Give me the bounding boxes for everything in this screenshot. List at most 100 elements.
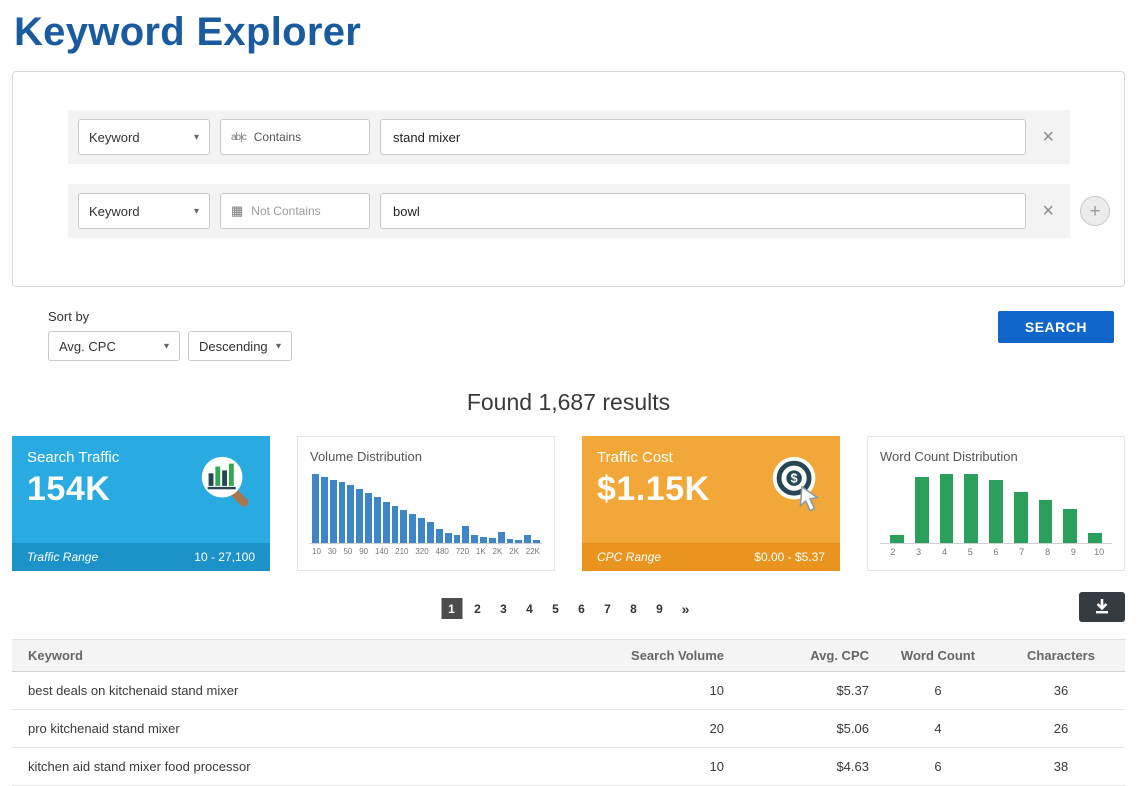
table-cell: $5.06 [734, 710, 879, 748]
chart-bar [356, 489, 363, 543]
axis-tick-label: 320 [415, 547, 428, 556]
axis-tick-label: 50 [343, 547, 352, 556]
filter-panel: Keyword ▾ ab|c Contains × Keyword ▾ ▦ [12, 71, 1125, 287]
page-button-2[interactable]: 2 [467, 598, 488, 619]
chart-bar [890, 535, 904, 543]
chart-bar [498, 532, 505, 543]
axis-tick-label: 2K [493, 547, 503, 556]
axis-tick-label: 1K [476, 547, 486, 556]
table-cell: $4.63 [734, 748, 879, 786]
filter-field-select[interactable]: Keyword ▾ [78, 119, 210, 155]
table-header-row: KeywordSearch VolumeAvg. CPCWord CountCh… [12, 640, 1125, 672]
page-button-8[interactable]: 8 [623, 598, 644, 619]
table-cell: 26 [997, 710, 1125, 748]
column-header[interactable]: Keyword [12, 640, 584, 672]
chevron-down-icon: ▾ [164, 341, 169, 352]
keyword-cell: best deals on kitchenaid stand mixer [12, 672, 584, 710]
card-footer: Traffic Range 10 - 27,100 [12, 543, 270, 571]
sort-bar: Sort by Avg. CPC ▾ Descending ▾ SEARCH [48, 309, 1114, 361]
card-title: Volume Distribution [310, 449, 542, 464]
filter-field-value: Keyword [89, 130, 140, 145]
table-cell: 4 [879, 710, 997, 748]
chart-bar [400, 510, 407, 543]
search-traffic-card: Search Traffic 154K Traffic Range [12, 436, 270, 571]
word-count-axis-labels: 2345678910 [880, 544, 1112, 557]
keyword-cell: kitchen aid stand mixer food processor [12, 748, 584, 786]
download-button[interactable] [1079, 592, 1125, 622]
chevron-down-icon: ▾ [276, 341, 281, 352]
chart-bar [392, 506, 399, 543]
remove-filter-button[interactable]: × [1036, 127, 1060, 147]
not-contains-icon: ▦ [231, 203, 243, 219]
axis-tick-label: 5 [957, 547, 983, 557]
cpc-range-value: $0.00 - $5.37 [754, 550, 825, 564]
axis-tick-label: 6 [983, 547, 1009, 557]
axis-tick-label: 3 [906, 547, 932, 557]
chart-bar [1088, 533, 1102, 543]
page-button-5[interactable]: 5 [545, 598, 566, 619]
filter-operator-select[interactable]: ab|c Contains [220, 119, 370, 155]
table-cell: $5.37 [734, 672, 879, 710]
filter-operator-select[interactable]: ▦ Not Contains [220, 193, 370, 229]
keyword-cell: pro kitchenaid stand mixer [12, 710, 584, 748]
chart-bar [462, 526, 469, 543]
chart-bar [515, 540, 522, 543]
column-header[interactable]: Word Count [879, 640, 997, 672]
page-button-1[interactable]: 1 [441, 598, 462, 619]
chart-bar [964, 474, 978, 543]
sort-by-label: Sort by [48, 309, 292, 324]
filter-field-value: Keyword [89, 204, 140, 219]
search-button[interactable]: SEARCH [998, 311, 1114, 343]
keyword-explorer-page: Keyword Explorer Keyword ▾ ab|c Contains… [0, 0, 1137, 786]
close-icon: × [1042, 200, 1054, 222]
filter-operator-label: Contains [254, 130, 301, 144]
filter-strip: Keyword ▾ ▦ Not Contains × [68, 184, 1070, 238]
remove-filter-button[interactable]: × [1036, 201, 1060, 221]
filter-value-input[interactable] [380, 119, 1026, 155]
sort-controls: Sort by Avg. CPC ▾ Descending ▾ [48, 309, 292, 361]
filter-value-input[interactable] [380, 193, 1026, 229]
axis-tick-label: 4 [932, 547, 958, 557]
table-cell: 36 [997, 672, 1125, 710]
volume-distribution-card: Volume Distribution 10305090140210320480… [297, 436, 555, 571]
page-button-9[interactable]: 9 [649, 598, 670, 619]
filter-strip: Keyword ▾ ab|c Contains × [68, 110, 1070, 164]
add-filter-button[interactable]: + [1080, 196, 1110, 226]
axis-tick-label: 7 [1009, 547, 1035, 557]
column-header[interactable]: Search Volume [584, 640, 734, 672]
axis-tick-label: 2 [880, 547, 906, 557]
axis-tick-label: 10 [1086, 547, 1112, 557]
chart-bar [347, 485, 354, 543]
chart-bar [365, 493, 372, 543]
page-button-7[interactable]: 7 [597, 598, 618, 619]
page-button-4[interactable]: 4 [519, 598, 540, 619]
card-title: Word Count Distribution [880, 449, 1112, 464]
traffic-range-label: Traffic Range [27, 550, 98, 564]
svg-text:$: $ [791, 472, 798, 486]
table-cell: 6 [879, 672, 997, 710]
cpc-range-label: CPC Range [597, 550, 661, 564]
filter-field-select[interactable]: Keyword ▾ [78, 193, 210, 229]
page-button-3[interactable]: 3 [493, 598, 514, 619]
axis-tick-label: 480 [436, 547, 449, 556]
pagination-next-button[interactable]: » [675, 598, 696, 619]
chart-bar [339, 482, 346, 543]
column-header[interactable]: Characters [997, 640, 1125, 672]
sort-field-select[interactable]: Avg. CPC ▾ [48, 331, 180, 361]
page-button-6[interactable]: 6 [571, 598, 592, 619]
chart-bar [1039, 500, 1053, 543]
chart-bar [989, 480, 1003, 543]
column-header[interactable]: Avg. CPC [734, 640, 879, 672]
word-count-distribution-card: Word Count Distribution 2345678910 [867, 436, 1125, 571]
chart-bar [507, 539, 514, 543]
table-body: best deals on kitchenaid stand mixer10$5… [12, 672, 1125, 786]
axis-tick-label: 30 [328, 547, 337, 556]
sort-direction-value: Descending [199, 339, 268, 354]
chart-bar [374, 497, 381, 543]
table-cell: 20 [584, 710, 734, 748]
table-cell: 10 [584, 672, 734, 710]
pagination-bar: 123456789» [12, 595, 1125, 627]
traffic-cost-card: Traffic Cost $1.15K $ CPC Range $0.00 - … [582, 436, 840, 571]
traffic-range-value: 10 - 27,100 [194, 550, 255, 564]
sort-direction-select[interactable]: Descending ▾ [188, 331, 292, 361]
